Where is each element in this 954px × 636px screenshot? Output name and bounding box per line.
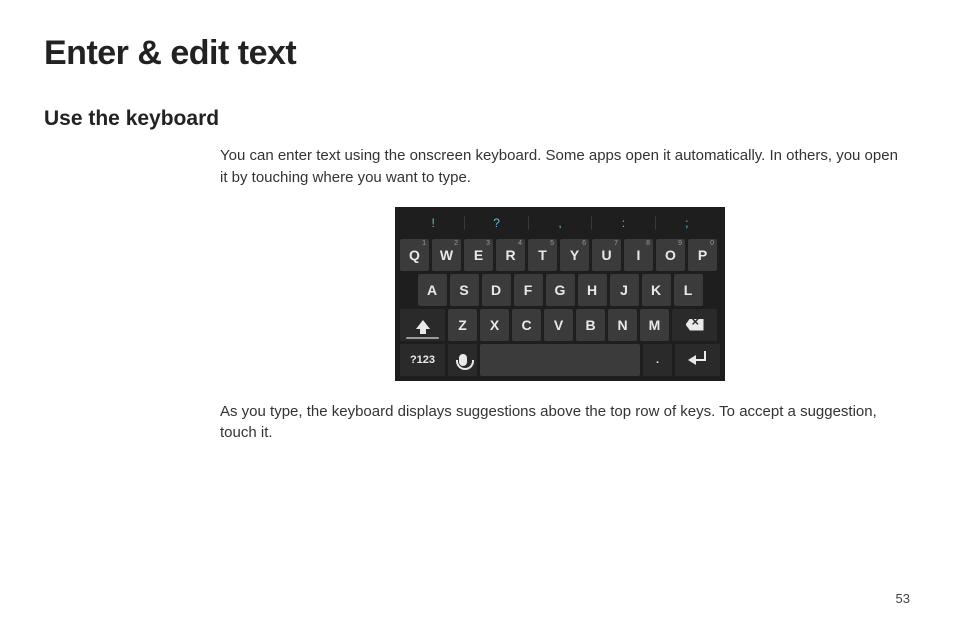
key-l[interactable]: L [674, 274, 703, 306]
enter-key[interactable] [675, 344, 720, 376]
key-d[interactable]: D [482, 274, 511, 306]
underline [406, 337, 439, 339]
key-y[interactable]: Y6 [560, 239, 589, 271]
shift-key[interactable] [400, 309, 445, 341]
onscreen-keyboard: ! ? , : ; Q1 W2 E3 R4 T5 Y6 [395, 207, 725, 381]
section-heading: Use the keyboard [44, 107, 910, 131]
body-content: You can enter text using the onscreen ke… [220, 145, 900, 444]
key-number: 8 [646, 240, 650, 247]
key-i[interactable]: I8 [624, 239, 653, 271]
key-q[interactable]: Q1 [400, 239, 429, 271]
key-label: P [698, 247, 707, 263]
backspace-key[interactable] [672, 309, 717, 341]
document-page: Enter & edit text Use the keyboard You c… [0, 0, 954, 636]
key-p[interactable]: P0 [688, 239, 717, 271]
suggestion[interactable]: ! [402, 216, 464, 230]
key-c[interactable]: C [512, 309, 541, 341]
keyboard-figure: ! ? , : ; Q1 W2 E3 R4 T5 Y6 [395, 207, 725, 381]
key-k[interactable]: K [642, 274, 671, 306]
key-number: 6 [582, 240, 586, 247]
key-x[interactable]: X [480, 309, 509, 341]
key-label: Q [409, 247, 420, 263]
key-number: 2 [454, 240, 458, 247]
key-h[interactable]: H [578, 274, 607, 306]
key-g[interactable]: G [546, 274, 575, 306]
suggestion[interactable]: ; [656, 216, 718, 230]
key-number: 1 [422, 240, 426, 247]
period-key[interactable]: . [643, 344, 672, 376]
suggestion[interactable]: , [529, 216, 591, 230]
key-f[interactable]: F [514, 274, 543, 306]
key-o[interactable]: O9 [656, 239, 685, 271]
key-r[interactable]: R4 [496, 239, 525, 271]
key-row-4: ?123 . [398, 344, 722, 376]
key-number: 5 [550, 240, 554, 247]
suggestion-paragraph: As you type, the keyboard displays sugge… [220, 401, 900, 445]
key-u[interactable]: U7 [592, 239, 621, 271]
key-label: Y [570, 247, 579, 263]
key-row-2: A S D F G H J K L [398, 274, 722, 306]
key-j[interactable]: J [610, 274, 639, 306]
key-w[interactable]: W2 [432, 239, 461, 271]
key-number: 3 [486, 240, 490, 247]
key-label: T [538, 247, 547, 263]
mic-key[interactable] [448, 344, 477, 376]
suggestion-bar: ! ? , : ; [398, 210, 722, 236]
key-number: 0 [710, 240, 714, 247]
key-row-1: Q1 W2 E3 R4 T5 Y6 U7 I8 O9 P0 [398, 239, 722, 271]
key-number: 7 [614, 240, 618, 247]
key-n[interactable]: N [608, 309, 637, 341]
key-label: E [474, 247, 483, 263]
key-label: W [440, 247, 453, 263]
backspace-icon [686, 319, 704, 331]
key-label: R [505, 247, 515, 263]
key-row-3: Z X C V B N M [398, 309, 722, 341]
intro-paragraph: You can enter text using the onscreen ke… [220, 145, 900, 189]
key-label: U [601, 247, 611, 263]
key-label: I [637, 247, 641, 263]
key-a[interactable]: A [418, 274, 447, 306]
shift-icon [416, 320, 430, 329]
key-label: O [665, 247, 676, 263]
key-b[interactable]: B [576, 309, 605, 341]
key-s[interactable]: S [450, 274, 479, 306]
key-z[interactable]: Z [448, 309, 477, 341]
enter-icon [690, 359, 706, 361]
space-key[interactable] [480, 344, 640, 376]
suggestion[interactable]: ? [465, 216, 527, 230]
key-e[interactable]: E3 [464, 239, 493, 271]
key-m[interactable]: M [640, 309, 669, 341]
page-number: 53 [896, 591, 910, 606]
key-t[interactable]: T5 [528, 239, 557, 271]
key-number: 9 [678, 240, 682, 247]
page-title: Enter & edit text [44, 34, 910, 73]
symbols-key[interactable]: ?123 [400, 344, 445, 376]
key-number: 4 [518, 240, 522, 247]
key-v[interactable]: V [544, 309, 573, 341]
mic-icon [459, 354, 467, 366]
suggestion[interactable]: : [592, 216, 654, 230]
